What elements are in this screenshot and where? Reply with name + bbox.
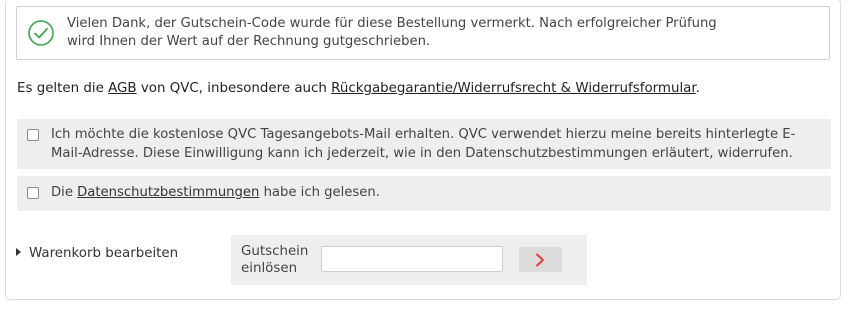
coupon-label-line-1: Gutschein [241,244,309,259]
chevron-right-icon [536,253,544,267]
success-text: Vielen Dank, der Gutschein-Code wurde fü… [67,15,717,50]
edit-cart-link[interactable]: Warenkorb bearbeiten [16,246,178,261]
coupon-label: Gutschein einlösen [241,243,308,277]
privacy-checkbox[interactable] [27,187,39,199]
privacy-suffix: habe ich gelesen. [259,185,380,200]
terms-prefix: Es gelten die [17,81,109,96]
coupon-redeem-box: Gutschein einlösen [231,235,587,285]
newsletter-consent: Ich möchte die kostenlose QVC Tagesangeb… [17,119,831,169]
edit-cart-label: Warenkorb bearbeiten [29,246,179,261]
privacy-policy-link[interactable]: Datenschutzbestimmungen [77,185,259,200]
coupon-success-message: Vielen Dank, der Gutschein-Code wurde fü… [16,6,830,60]
coupon-label-line-2: einlösen [241,261,298,276]
newsletter-text-line-1: Ich möchte die kostenlose QVC Tagesangeb… [51,127,796,142]
agb-link[interactable]: AGB [108,81,137,96]
coupon-code-input[interactable] [321,246,503,272]
newsletter-consent-text: Ich möchte die kostenlose QVC Tagesangeb… [51,125,795,163]
privacy-consent: Die Datenschutzbestimmungen habe ich gel… [17,176,831,211]
check-circle-icon [28,20,54,46]
terms-middle: von QVC, inbesondere auch [136,81,332,96]
success-text-line-1: Vielen Dank, der Gutschein-Code wurde fü… [67,16,717,31]
success-text-line-2: wird Ihnen der Wert auf der Rechnung gut… [67,33,431,49]
newsletter-checkbox[interactable] [27,129,39,141]
return-policy-link[interactable]: Rückgabegarantie/Widerrufsrecht & Widerr… [331,81,696,96]
privacy-consent-text: Die Datenschutzbestimmungen habe ich gel… [51,183,380,202]
privacy-prefix: Die [51,185,78,200]
coupon-submit-button[interactable] [519,247,562,272]
terms-notice: Es gelten die AGB von QVC, inbesondere a… [17,81,700,96]
triangle-right-icon [16,248,21,256]
newsletter-text-line-2: Mail-Adresse. Diese Einwilligung kann ic… [51,146,793,161]
terms-suffix: . [695,81,700,96]
